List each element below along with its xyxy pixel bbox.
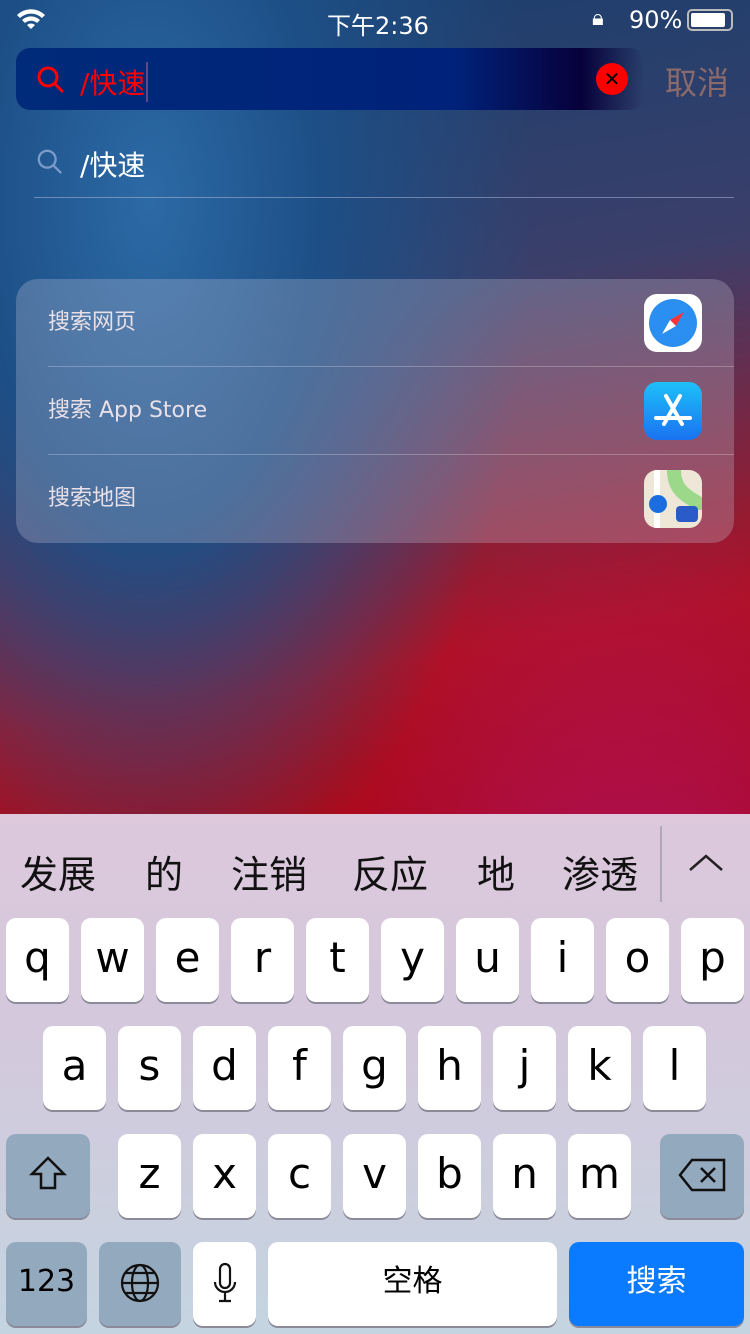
delete-key[interactable]: [660, 1134, 744, 1218]
microphone-icon: [213, 1262, 236, 1303]
shift-icon: [28, 1156, 68, 1190]
battery-icon: [687, 9, 733, 31]
search-key[interactable]: 搜索: [569, 1242, 744, 1326]
key-h[interactable]: h: [418, 1026, 481, 1110]
action-label: 搜索地图: [48, 486, 137, 511]
key-k[interactable]: k: [568, 1026, 631, 1110]
key-l[interactable]: l: [643, 1026, 706, 1110]
maps-icon: [644, 470, 702, 528]
app-store-icon: [644, 382, 702, 440]
key-r[interactable]: r: [231, 918, 294, 1002]
candidate-word[interactable]: 注销: [231, 844, 307, 899]
chevron-up-icon[interactable]: [688, 852, 724, 874]
key-f[interactable]: f: [268, 1026, 331, 1110]
search-icon: [37, 66, 65, 94]
key-x[interactable]: x: [193, 1134, 256, 1218]
key-i[interactable]: i: [531, 918, 594, 1002]
key-z[interactable]: z: [118, 1134, 181, 1218]
key-e[interactable]: e: [156, 918, 219, 1002]
suggestion-item[interactable]: /快速: [34, 130, 734, 198]
status-bar: 下午2:36 🔒︎ 90%: [0, 0, 750, 40]
key-t[interactable]: t: [306, 918, 369, 1002]
clock: 下午2:36: [327, 12, 429, 40]
key-c[interactable]: c: [268, 1134, 331, 1218]
search-app-store[interactable]: 搜索 App Store: [48, 367, 734, 455]
space-key[interactable]: 空格: [268, 1242, 557, 1326]
action-label: 搜索 App Store: [48, 398, 208, 423]
key-q[interactable]: q: [6, 918, 69, 1002]
numbers-key[interactable]: 123: [6, 1242, 87, 1326]
candidate-word[interactable]: 的: [145, 844, 183, 899]
search-maps[interactable]: 搜索地图: [48, 455, 734, 543]
suggestion-text: /快速: [80, 149, 146, 182]
candidate-word[interactable]: 地: [477, 844, 515, 899]
search-input[interactable]: /快速: [80, 62, 149, 102]
search-web[interactable]: 搜索网页: [48, 279, 734, 367]
key-o[interactable]: o: [606, 918, 669, 1002]
safari-icon: [644, 294, 702, 352]
key-s[interactable]: s: [118, 1026, 181, 1110]
key-g[interactable]: g: [343, 1026, 406, 1110]
key-b[interactable]: b: [418, 1134, 481, 1218]
candidate-word[interactable]: 渗透: [562, 844, 638, 899]
key-u[interactable]: u: [456, 918, 519, 1002]
key-a[interactable]: a: [43, 1026, 106, 1110]
orientation-lock-icon: 🔒︎: [592, 6, 604, 31]
shift-key[interactable]: [6, 1134, 90, 1218]
key-y[interactable]: y: [381, 918, 444, 1002]
wifi-icon: [17, 9, 45, 30]
candidate-word[interactable]: 反应: [352, 844, 428, 899]
key-m[interactable]: m: [568, 1134, 631, 1218]
globe-icon: [120, 1263, 160, 1303]
key-w[interactable]: w: [81, 918, 144, 1002]
dictation-key[interactable]: [193, 1242, 256, 1326]
globe-key[interactable]: [99, 1242, 181, 1326]
key-d[interactable]: d: [193, 1026, 256, 1110]
keyboard: 发展的注销 反应地渗透 q w e r t y u i o p a s d f g h j k l z x c v b n m 123 空…: [0, 814, 750, 1334]
key-v[interactable]: v: [343, 1134, 406, 1218]
action-label: 搜索网页: [48, 310, 137, 335]
search-actions-card: 搜索网页 搜索 App Store 搜索地图: [16, 279, 734, 543]
candidate-word[interactable]: 发展: [20, 844, 96, 899]
key-p[interactable]: p: [681, 918, 744, 1002]
battery-percent: 90%: [629, 6, 683, 34]
backspace-icon: [678, 1158, 726, 1192]
search-icon: [37, 149, 63, 175]
clear-button[interactable]: ✕: [596, 63, 628, 95]
search-field[interactable]: /快速: [16, 48, 644, 110]
key-n[interactable]: n: [493, 1134, 556, 1218]
key-j[interactable]: j: [493, 1026, 556, 1110]
cancel-button[interactable]: 取消: [665, 58, 729, 104]
